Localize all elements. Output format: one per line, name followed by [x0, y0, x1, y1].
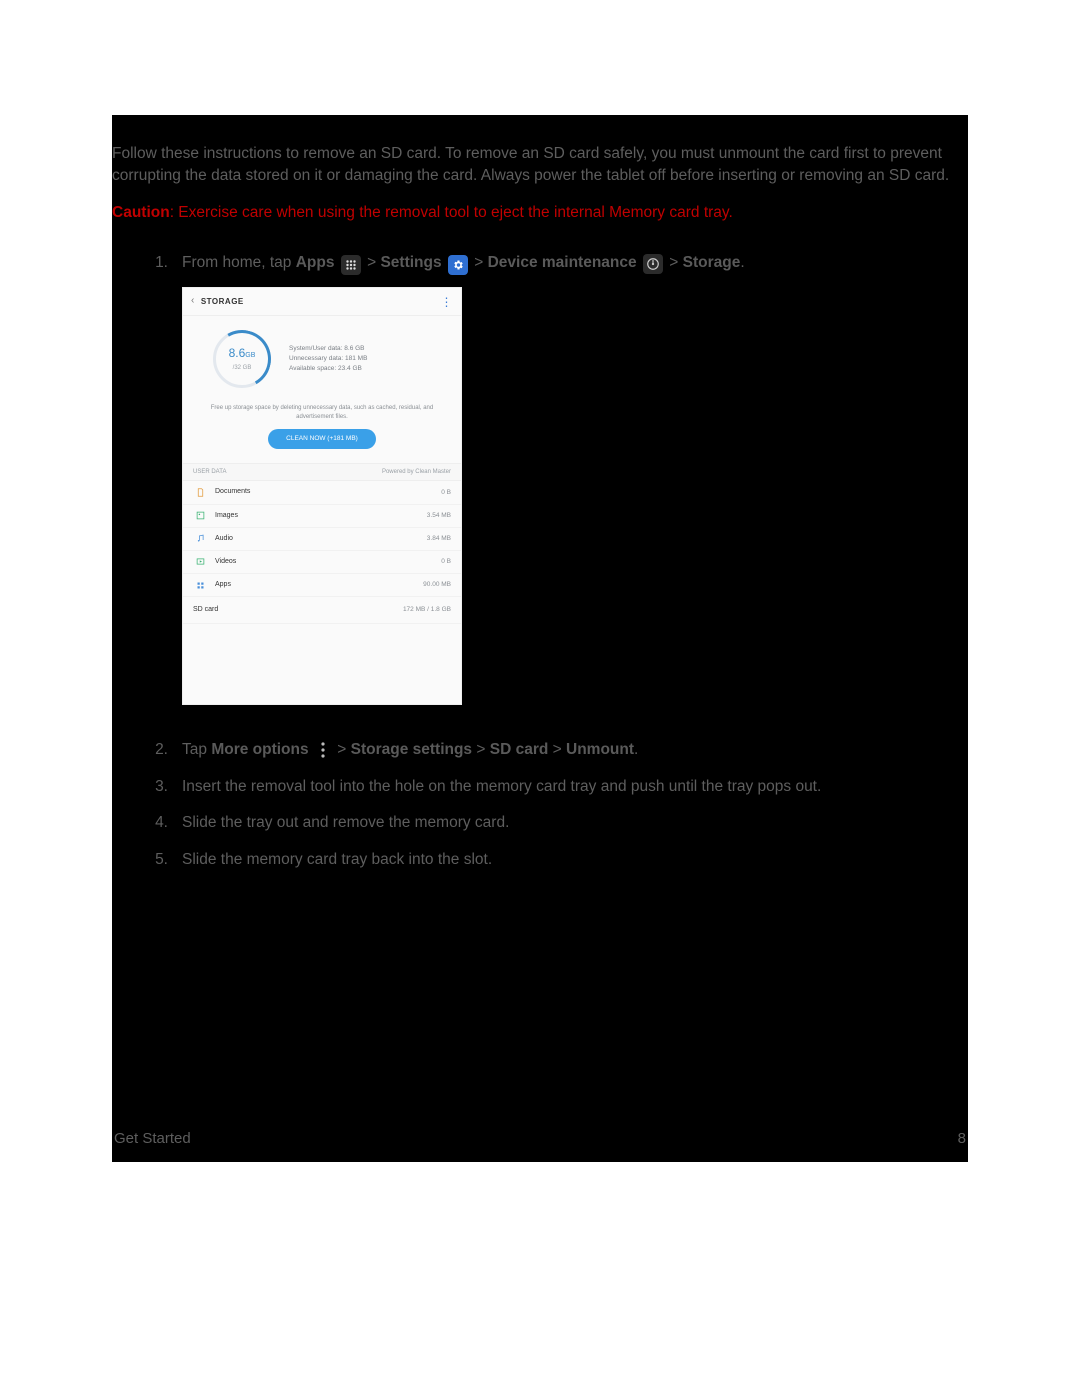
- list-item: Videos 0 B: [183, 551, 461, 574]
- images-icon: [193, 511, 207, 520]
- text: Tap: [182, 741, 211, 758]
- row-label: Documents: [215, 487, 441, 497]
- footer-section-title: Get Started: [114, 1128, 191, 1150]
- list-item: Images 3.54 MB: [183, 505, 461, 528]
- documents-icon: [193, 488, 207, 497]
- step-body: Tap More options > Storage settings > SD…: [182, 739, 968, 761]
- device-maintenance-bold: Device maintenance: [488, 254, 637, 271]
- more-options-bold: More options: [211, 741, 308, 758]
- text: >: [367, 254, 380, 271]
- step-3: 3. Insert the removal tool into the hole…: [112, 776, 968, 798]
- apps-bold: Apps: [296, 254, 335, 271]
- list-item: Audio 3.84 MB: [183, 528, 461, 551]
- step-5: 5. Slide the memory card tray back into …: [112, 849, 968, 871]
- page-footer: Get Started 8: [112, 1128, 968, 1150]
- more-options-small-icon: [315, 740, 331, 760]
- storage-donut: 8.6GB /32 GB: [213, 330, 271, 388]
- step-number: 5.: [112, 849, 182, 871]
- step-number: 3.: [112, 776, 182, 798]
- apps-list-icon: [193, 581, 207, 590]
- shot-header: ‹ STORAGE ⋮: [183, 288, 461, 316]
- text: >: [669, 254, 682, 271]
- step-body: Insert the removal tool into the hole on…: [182, 776, 968, 798]
- stat-line: System/User data: 8.6 GB: [289, 344, 367, 354]
- footer-page-number: 8: [958, 1128, 966, 1150]
- steps-list: 1. From home, tap Apps > Settings > Devi…: [112, 252, 968, 871]
- text: >: [472, 741, 490, 758]
- device-maintenance-icon: [643, 254, 663, 274]
- caution-paragraph: Caution: Exercise care when using the re…: [112, 202, 968, 224]
- clean-now-button: CLEAN NOW (+181 MB): [268, 429, 376, 448]
- apps-icon: [341, 255, 361, 275]
- text: >: [474, 254, 487, 271]
- sd-card-row: SD card 172 MB / 1.8 GB: [183, 597, 461, 624]
- shot-blank-area: [183, 624, 461, 704]
- settings-icon: [448, 255, 468, 275]
- settings-bold: Settings: [380, 254, 441, 271]
- step-4: 4. Slide the tray out and remove the mem…: [112, 812, 968, 834]
- stat-line: Unnecessary data: 181 MB: [289, 354, 367, 364]
- intro-paragraph: Follow these instructions to remove an S…: [112, 115, 968, 188]
- list-item: Apps 90.00 MB: [183, 574, 461, 597]
- powered-by-label: Powered by Clean Master: [382, 468, 451, 477]
- used-value: 8.6: [229, 346, 246, 360]
- videos-icon: [193, 557, 207, 566]
- step-body: Slide the memory card tray back into the…: [182, 849, 968, 871]
- step-number: 2.: [112, 739, 182, 761]
- dot: .: [634, 741, 638, 758]
- user-data-label: USER DATA: [193, 468, 226, 477]
- audio-icon: [193, 534, 207, 543]
- storage-stats: System/User data: 8.6 GB Unnecessary dat…: [289, 344, 367, 373]
- row-label: SD card: [193, 605, 218, 615]
- storage-settings-bold: Storage settings: [351, 741, 472, 758]
- storage-bold: Storage: [683, 254, 741, 271]
- row-value: 172 MB / 1.8 GB: [403, 605, 451, 615]
- row-label: Audio: [215, 534, 427, 544]
- text: >: [337, 741, 350, 758]
- step-1: 1. From home, tap Apps > Settings > Devi…: [112, 252, 968, 725]
- dot: .: [740, 254, 744, 271]
- row-value: 3.84 MB: [427, 534, 451, 543]
- row-value: 0 B: [441, 557, 451, 566]
- storage-screenshot: ‹ STORAGE ⋮ 8.6GB /32 GB System/User dat…: [182, 287, 462, 705]
- caution-label: Caution: [112, 204, 170, 221]
- sd-card-bold: SD card: [490, 741, 549, 758]
- back-icon: ‹: [191, 294, 195, 309]
- shot-description: Free up storage space by deleting unnece…: [183, 398, 461, 429]
- user-data-header: USER DATA Powered by Clean Master: [183, 463, 461, 482]
- row-value: 90.00 MB: [423, 580, 451, 589]
- row-value: 3.54 MB: [427, 511, 451, 520]
- document-page: Follow these instructions to remove an S…: [112, 115, 968, 1162]
- row-label: Videos: [215, 557, 441, 567]
- step-number: 1.: [112, 252, 182, 725]
- unmount-bold: Unmount: [566, 741, 634, 758]
- row-value: 0 B: [441, 488, 451, 497]
- stat-line: Available space: 23.4 GB: [289, 364, 367, 374]
- list-item: Documents 0 B: [183, 481, 461, 504]
- more-options-icon: ⋮: [441, 298, 454, 306]
- step-body: From home, tap Apps > Settings > Device …: [182, 252, 968, 725]
- total-value: /32 GB: [233, 364, 252, 373]
- step-2: 2. Tap More options > Storage settings >…: [112, 739, 968, 761]
- used-unit: GB: [245, 352, 255, 359]
- step-number: 4.: [112, 812, 182, 834]
- shot-title: STORAGE: [201, 296, 441, 308]
- caution-text: : Exercise care when using the removal t…: [170, 204, 733, 221]
- step-body: Slide the tray out and remove the memory…: [182, 812, 968, 834]
- text: From home, tap: [182, 254, 296, 271]
- row-label: Images: [215, 511, 427, 521]
- shot-summary: 8.6GB /32 GB System/User data: 8.6 GB Un…: [183, 316, 461, 398]
- row-label: Apps: [215, 580, 423, 590]
- text: >: [548, 741, 566, 758]
